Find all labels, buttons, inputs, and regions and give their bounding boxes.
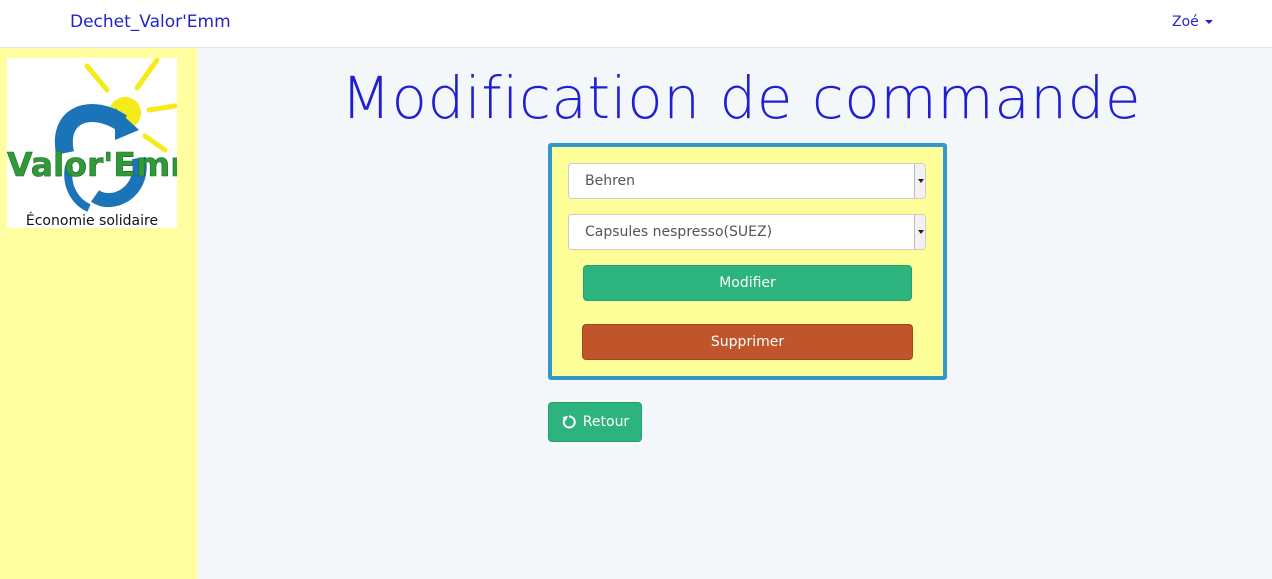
page-title: Modification de commande	[340, 64, 1142, 132]
user-name: Zoé	[1172, 14, 1199, 30]
order-edit-form: Behren Capsules nespresso(SUEZ) Modifier…	[548, 143, 947, 380]
waste-type-select-value: Capsules nespresso(SUEZ)	[585, 224, 773, 240]
chevron-down-icon	[914, 164, 925, 198]
delete-button[interactable]: Supprimer	[582, 324, 913, 360]
top-navbar: Dechet_Valor'Emm Zoé	[0, 0, 1272, 48]
rotate-ccw-icon	[561, 414, 577, 430]
caret-down-icon	[1204, 20, 1213, 24]
site-select[interactable]: Behren	[568, 163, 926, 199]
valoremm-logo: Valor'Emm Économie solidaire	[7, 58, 177, 228]
site-select-value: Behren	[585, 173, 636, 189]
logo-wordmark: Valor'Emm	[7, 145, 177, 184]
sidebar: Valor'Emm Économie solidaire	[0, 48, 197, 579]
back-button-label: Retour	[582, 414, 630, 430]
chevron-down-icon	[914, 215, 925, 249]
user-menu-toggle[interactable]: Zoé	[1172, 14, 1213, 30]
brand-link[interactable]: Dechet_Valor'Emm	[70, 12, 231, 32]
logo-graphic: Valor'Emm	[7, 58, 177, 212]
waste-type-select[interactable]: Capsules nespresso(SUEZ)	[568, 214, 926, 250]
back-button[interactable]: Retour	[548, 402, 642, 442]
logo-tagline: Économie solidaire	[25, 213, 159, 228]
modify-button[interactable]: Modifier	[583, 265, 912, 301]
